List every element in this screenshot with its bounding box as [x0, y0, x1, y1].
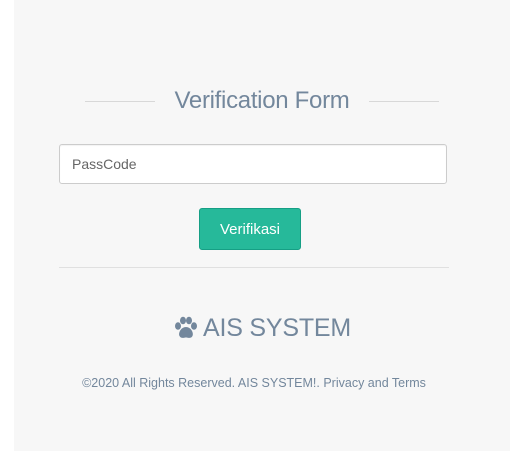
- title-divider-left: [84, 100, 155, 102]
- separator: [59, 267, 449, 268]
- brand: AIS SYSTEM: [14, 310, 510, 346]
- paw-icon: [174, 316, 197, 338]
- form-header: Verification Form: [14, 84, 510, 118]
- verify-button[interactable]: Verifikasi: [199, 208, 301, 250]
- title-divider-right: [369, 100, 440, 102]
- footer-copyright: ©2020 All Rights Reserved. AIS SYSTEM!. …: [82, 376, 426, 390]
- brand-name: AIS SYSTEM: [202, 313, 352, 342]
- form-title: Verification Form: [174, 87, 350, 114]
- passcode-input[interactable]: [59, 144, 447, 184]
